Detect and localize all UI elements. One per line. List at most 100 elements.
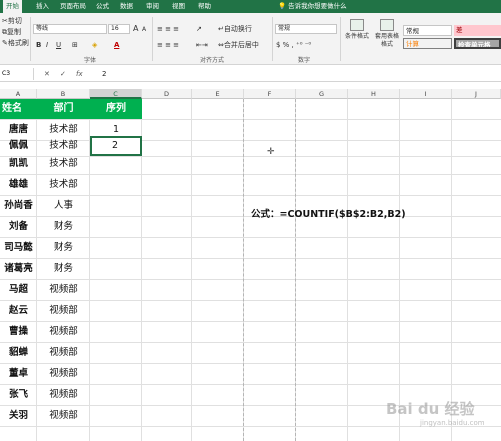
wrap-text-label: 自动换行 (223, 25, 252, 33)
dept-cell[interactable]: 视频部 (37, 385, 90, 405)
name-cell[interactable]: 曹操 (0, 322, 37, 342)
border-icon: ⊞ (72, 41, 78, 49)
dept-cell[interactable]: 技术部 (37, 175, 90, 195)
align-left-icon[interactable]: ≡ ≡ ≡ (157, 40, 179, 50)
name-cell[interactable]: 董卓 (0, 364, 37, 384)
column-header-c[interactable]: C (90, 89, 142, 99)
column-header-a[interactable]: A (0, 89, 37, 99)
page-break-line (295, 99, 296, 441)
divider (340, 17, 341, 61)
format-as-table-label: 套用表格格式 (374, 33, 399, 48)
dept-cell[interactable]: 视频部 (37, 364, 90, 384)
column-header-g[interactable]: G (296, 89, 348, 99)
dept-cell[interactable]: 视频部 (37, 280, 90, 300)
worksheet-grid[interactable]: 姓名 部门 序列 唐唐 技术部 1 佩佩 技术部 2 凯凯 技术部 雄雄 技术部… (0, 99, 501, 441)
copy-button[interactable]: ⧉复制 (2, 27, 21, 37)
dept-cell[interactable]: 视频部 (37, 406, 90, 426)
dept-cell[interactable]: 财务 (37, 238, 90, 258)
fill-color-button[interactable]: ◈ (92, 40, 97, 50)
tell-me-text: 告诉我你想要做什么 (288, 2, 347, 10)
name-cell[interactable]: 貂蝉 (0, 343, 37, 363)
name-cell[interactable]: 孙尚香 (0, 196, 37, 216)
header-cell-name[interactable]: 姓名 (0, 99, 37, 119)
format-as-table-button[interactable]: 套用表格格式 (373, 19, 401, 49)
dept-cell[interactable]: 视频部 (37, 322, 90, 342)
wrap-text-button[interactable]: ↵自动换行 (218, 24, 252, 34)
ribbon-home: ✂剪切 ⧉复制 ✎格式刷 等线 16 A A B I U ⊞ ◈ A 字体 ≡ … (0, 13, 501, 65)
underline-button[interactable]: U (56, 40, 61, 50)
column-header-e[interactable]: E (192, 89, 244, 99)
watermark-url: jingyan.baidu.com (420, 419, 485, 427)
alignment-group-label: 对齐方式 (200, 57, 225, 64)
name-cell[interactable]: 张飞 (0, 385, 37, 405)
tab-page-layout[interactable]: 页面布局 (60, 0, 86, 13)
align-top-icon[interactable]: ≡ ≡ ≡ (157, 24, 179, 34)
name-cell[interactable]: 凯凯 (0, 154, 37, 174)
lightbulb-icon: 💡 (278, 2, 289, 10)
tab-home[interactable]: 开始 (3, 0, 22, 13)
tell-me-box[interactable]: 💡 告诉我你想要做什么 (278, 0, 347, 13)
column-header-j[interactable]: J (452, 89, 501, 99)
grow-font-button[interactable]: A (133, 24, 138, 34)
column-header-b[interactable]: B (37, 89, 90, 99)
formula-input[interactable]: 2 (102, 68, 106, 80)
column-gridline (347, 99, 348, 441)
style-normal[interactable]: 常规 (403, 25, 452, 36)
font-size-select[interactable]: 16 (108, 24, 130, 34)
dept-cell[interactable]: 技术部 (37, 154, 90, 174)
orientation-icon[interactable]: ↗ (196, 24, 202, 34)
name-cell[interactable]: 关羽 (0, 406, 37, 426)
column-header-f[interactable]: F (244, 89, 296, 99)
style-bad[interactable]: 差 (454, 25, 501, 36)
merge-center-button[interactable]: ⇔合并后居中 (218, 40, 259, 50)
conditional-format-button[interactable]: 条件格式 (342, 19, 372, 41)
insert-function-button[interactable]: fx (76, 68, 83, 80)
format-painter-button[interactable]: ✎格式刷 (2, 38, 29, 48)
name-cell[interactable]: 赵云 (0, 301, 37, 321)
number-format-select[interactable]: 常规 (275, 24, 337, 34)
border-button[interactable]: ⊞ (72, 40, 78, 50)
dept-cell[interactable]: 技术部 (37, 136, 90, 156)
confirm-icon[interactable]: ✓ (60, 68, 66, 80)
name-cell[interactable]: 刘备 (0, 217, 37, 237)
tab-review[interactable]: 审阅 (146, 0, 159, 13)
column-gridline (399, 99, 400, 441)
header-cell-dept[interactable]: 部门 (37, 99, 90, 119)
name-cell[interactable]: 马超 (0, 280, 37, 300)
tab-help[interactable]: 帮助 (198, 0, 211, 13)
dept-cell[interactable]: 财务 (37, 259, 90, 279)
bold-button[interactable]: B (36, 40, 41, 50)
column-header-i[interactable]: I (400, 89, 452, 99)
tab-insert[interactable]: 插入 (36, 0, 49, 13)
dept-cell[interactable]: 人事 (37, 196, 90, 216)
tab-view[interactable]: 视图 (172, 0, 185, 13)
font-color-button[interactable]: A (114, 40, 119, 50)
dept-cell[interactable]: 财务 (37, 217, 90, 237)
name-cell[interactable]: 诸葛亮 (0, 259, 37, 279)
tab-data[interactable]: 数据 (120, 0, 133, 13)
style-check-cell[interactable]: 检查单元格 (454, 38, 501, 49)
style-calculation[interactable]: 计算 (403, 38, 452, 49)
italic-button[interactable]: I (46, 40, 48, 50)
divider (272, 17, 273, 61)
cancel-icon[interactable]: ✕ (44, 68, 50, 80)
column-gridline (191, 99, 192, 441)
dept-cell[interactable]: 视频部 (37, 301, 90, 321)
number-group-label: 数字 (298, 57, 311, 64)
font-name-select[interactable]: 等线 (33, 24, 107, 34)
name-cell[interactable]: 雄雄 (0, 175, 37, 195)
name-cell[interactable]: 佩佩 (0, 136, 37, 156)
number-format-icons[interactable]: $ % , ⁺⁰ ⁻⁰ (276, 40, 311, 50)
column-header-d[interactable]: D (142, 89, 192, 99)
indent-icon[interactable]: ⇤⇥ (196, 40, 208, 50)
tab-formulas[interactable]: 公式 (96, 0, 109, 13)
shrink-font-button[interactable]: A (142, 25, 146, 35)
dept-cell[interactable]: 视频部 (37, 343, 90, 363)
column-header-h[interactable]: H (348, 89, 400, 99)
conditional-format-label: 条件格式 (344, 33, 369, 40)
name-cell[interactable]: 司马懿 (0, 238, 37, 258)
active-cell-c3[interactable]: 2 (90, 136, 142, 156)
cut-button[interactable]: ✂剪切 (2, 16, 22, 26)
name-box[interactable]: C3 (0, 68, 34, 80)
header-cell-seq[interactable]: 序列 (90, 99, 142, 119)
